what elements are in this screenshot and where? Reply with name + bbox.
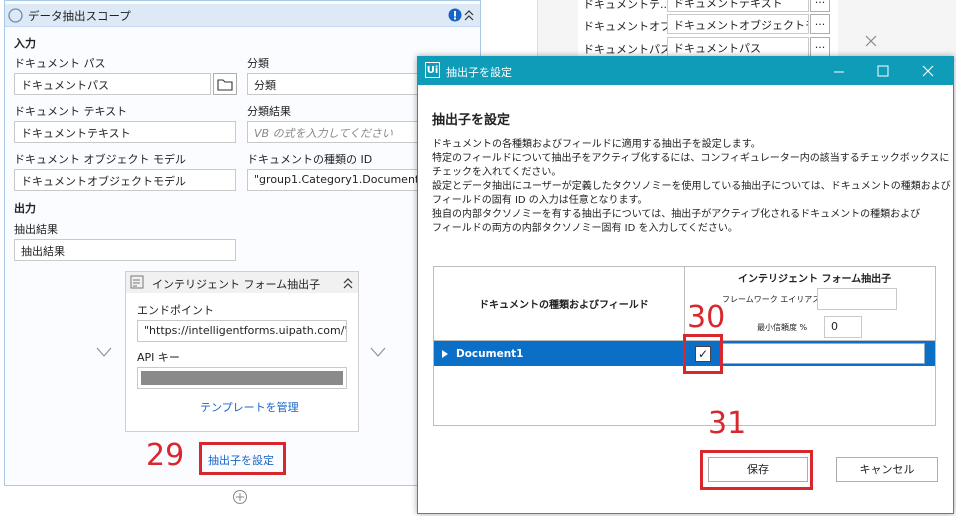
prop-row-1-more-button[interactable]: ... [810, 0, 830, 12]
doc-text-input[interactable]: ドキュメントテキスト [14, 121, 236, 143]
scope-title: データ抽出スコープ [28, 9, 131, 23]
framework-alias-input[interactable] [817, 288, 897, 310]
column-header-doc-types: ドキュメントの種類およびフィールド [479, 300, 649, 311]
input-heading: 入力 [14, 37, 36, 50]
warning-icon [448, 8, 462, 22]
dialog-window-title: 抽出子を設定 [446, 66, 512, 79]
prop-row-3-value[interactable]: ドキュメントパス [667, 37, 809, 57]
dialog-heading: 抽出子を設定 [432, 113, 511, 128]
add-activity-icon[interactable] [232, 489, 248, 505]
doc-path-label: ドキュメント パス [14, 57, 106, 70]
desc-line-4: 設定とデータ抽出にユーザーが定義したタクソノミーを使用している抽出子については、… [432, 181, 951, 192]
folder-icon [217, 79, 233, 91]
desc-line-3: チェックを入れてください。 [432, 167, 562, 178]
dom-label: ドキュメント オブジェクト モデル [14, 153, 186, 166]
row-alias-input[interactable] [722, 343, 925, 364]
doc-type-id-label: ドキュメントの種類の ID [247, 153, 373, 166]
collapse-icon[interactable] [463, 8, 475, 22]
extractor-activity-icon [130, 275, 145, 290]
prop-row-1-value[interactable]: ドキュメントテキスト [667, 0, 809, 12]
desc-line-5: フィールドの固有 ID の入力は任意となります。 [432, 195, 648, 206]
dom-input[interactable]: ドキュメントオブジェクトモデル [14, 169, 236, 191]
step-30-highlight [683, 334, 723, 374]
grid-column-divider [684, 267, 685, 341]
browse-folder-button[interactable] [213, 73, 237, 95]
manage-templates-link[interactable]: テンプレートを管理 [200, 399, 299, 415]
endpoint-label: エンドポイント [137, 304, 214, 317]
column-header-extractor: インテリジェント フォーム抽出子 [738, 274, 892, 285]
classification-input[interactable]: 分類 [247, 73, 419, 95]
classification-label: 分類 [247, 57, 269, 70]
cancel-button[interactable]: キャンセル [836, 457, 938, 482]
extractor-collapse-icon[interactable] [342, 276, 354, 290]
maximize-icon[interactable] [876, 64, 890, 78]
doc-path-input[interactable]: ドキュメントパス [14, 73, 211, 95]
extraction-result-input[interactable]: 抽出結果 [14, 239, 236, 261]
step-31-highlight [700, 450, 813, 490]
classification-result-label: 分類結果 [247, 105, 291, 118]
prop-row-2-more-button[interactable]: ... [810, 14, 830, 34]
close-icon[interactable] [921, 64, 935, 78]
prop-row-3-more-button[interactable]: ... [810, 37, 830, 57]
output-heading: 出力 [14, 202, 36, 215]
classification-result-input[interactable]: VB の式を入力してください [247, 121, 419, 143]
min-confidence-input[interactable]: 0 [824, 316, 862, 338]
extraction-result-label: 抽出結果 [14, 223, 58, 236]
step-29-label: 29 [146, 438, 185, 473]
prop-row-2-value[interactable]: ドキュメントオブジェクトモデル [667, 14, 809, 34]
desc-line-2: 特定のフィールドについて抽出子をアクティブ化するには、コンフィギュレーター内の該… [432, 153, 950, 164]
framework-alias-label: フレームワーク エイリアス [722, 295, 821, 304]
desc-line-7: フィールドの両方の内部タクソノミー固有 ID を入力してください。 [432, 223, 738, 234]
prop-row-3-name: ドキュメントパス [583, 43, 671, 56]
background-window-close-icon[interactable] [864, 34, 878, 48]
drop-arrow-right-icon [370, 347, 386, 357]
doc-type-id-input[interactable]: "group1.Category1.Document1 [247, 169, 419, 191]
extractor-title: インテリジェント フォーム抽出子 [152, 278, 321, 291]
drop-arrow-left-icon [96, 347, 112, 357]
scope-activity-icon [8, 8, 23, 23]
step-30-label: 30 [687, 300, 726, 335]
endpoint-input[interactable]: "https://intelligentforms.uipath.com/" [137, 320, 347, 342]
desc-line-1: ドキュメントの各種類およびフィールドに適用する抽出子を設定します。 [432, 139, 761, 150]
api-key-masked [141, 371, 343, 385]
dialog-description: ドキュメントの各種類およびフィールドに適用する抽出子を設定します。 特定のフィー… [432, 138, 951, 236]
document1-label: Document1 [456, 348, 524, 360]
api-key-input[interactable] [137, 367, 347, 389]
uipath-app-icon: Ui [425, 62, 440, 78]
expand-row-icon[interactable] [441, 349, 449, 359]
api-key-label: API キー [137, 351, 180, 364]
doc-text-label: ドキュメント テキスト [14, 105, 128, 118]
min-confidence-label: 最小信頼度 % [757, 323, 808, 332]
desc-line-6: 独自の内部タクソノミーを有する抽出子については、抽出子がアクティブ化されるドキュ… [432, 209, 921, 220]
configure-extractor-link[interactable]: 抽出子を設定 [208, 452, 274, 468]
step-31-label: 31 [708, 406, 747, 441]
minimize-icon[interactable] [832, 64, 846, 78]
prop-row-1-name: ドキュメントテ... [583, 0, 671, 11]
